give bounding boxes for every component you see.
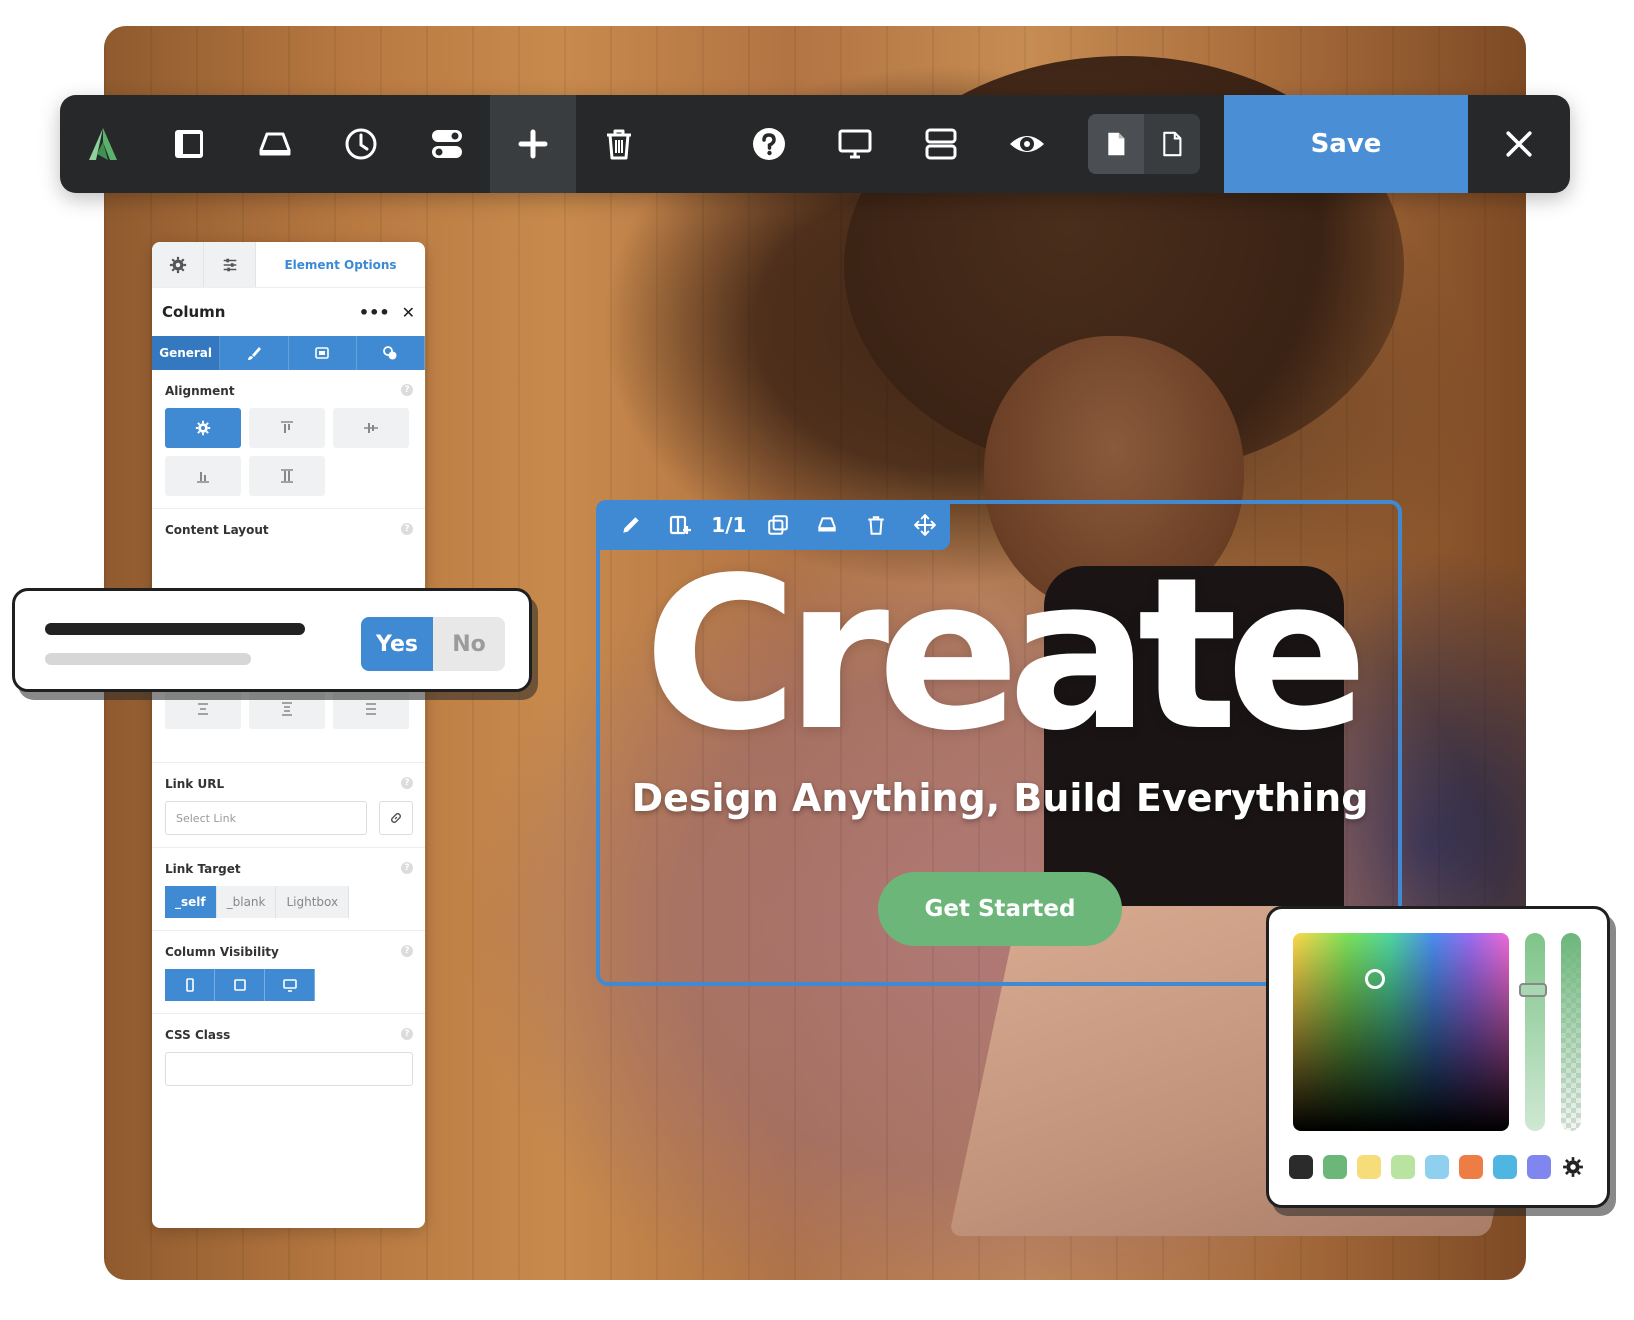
edit-pencil-icon[interactable]: [606, 500, 655, 550]
align-top-icon[interactable]: [249, 408, 325, 448]
help-icon[interactable]: ?: [401, 945, 413, 957]
css-class-label: CSS Class: [165, 1028, 231, 1042]
color-swatch-4[interactable]: [1391, 1155, 1415, 1179]
color-saturation-area[interactable]: [1293, 933, 1509, 1131]
link-target-label: Link Target: [165, 862, 241, 876]
link-target-lightbox[interactable]: Lightbox: [276, 886, 350, 918]
add-element-icon[interactable]: [490, 95, 576, 193]
help-icon[interactable]: ?: [401, 384, 413, 396]
link-target-blank[interactable]: _blank: [216, 886, 277, 918]
panel-tab-title[interactable]: Element Options: [256, 242, 425, 287]
align-bottom-icon[interactable]: [165, 456, 241, 496]
eraser-icon[interactable]: [232, 95, 318, 193]
desktop-preview-icon[interactable]: [812, 95, 898, 193]
align-center-icon[interactable]: [333, 408, 409, 448]
sidebar-toggle-icon[interactable]: [146, 95, 232, 193]
color-swatch-6[interactable]: [1459, 1155, 1483, 1179]
color-swatch-2[interactable]: [1323, 1155, 1347, 1179]
preview-eye-icon[interactable]: [984, 95, 1070, 193]
page-mode-group: [1088, 114, 1200, 174]
layout-space-around-icon[interactable]: [165, 689, 241, 729]
visibility-mobile-icon[interactable]: [165, 969, 215, 1001]
link-url-label: Link URL: [165, 777, 225, 791]
tab-background-image-icon[interactable]: [289, 336, 357, 370]
panel-sub-tabs: General: [152, 336, 425, 370]
eraser-icon[interactable]: [803, 500, 852, 550]
visibility-tablet-icon[interactable]: [215, 969, 265, 1001]
app-logo-icon[interactable]: [60, 95, 146, 193]
link-url-section: Link URL? Select Link: [152, 763, 425, 848]
element-options-panel: Element Options Column ••• ✕ General Ali…: [152, 242, 425, 1228]
alignment-label: Alignment: [165, 384, 235, 398]
help-icon[interactable]: ?: [401, 862, 413, 874]
layout-space-evenly-icon[interactable]: [333, 689, 409, 729]
help-icon[interactable]: ?: [401, 777, 413, 789]
description-placeholder-bar: [45, 653, 251, 665]
panel-tabs: Element Options: [152, 242, 425, 288]
alignment-section: Alignment?: [152, 370, 425, 509]
align-auto-gear-icon[interactable]: [165, 408, 241, 448]
close-icon[interactable]: [1468, 95, 1570, 193]
help-icon[interactable]: ?: [401, 1028, 413, 1040]
swatch-settings-gear-icon[interactable]: [1561, 1155, 1585, 1179]
color-swatch-1[interactable]: [1289, 1155, 1313, 1179]
css-class-section: CSS Class?: [152, 1014, 425, 1098]
yes-no-toggle: Yes No: [361, 617, 505, 671]
move-drag-icon[interactable]: [901, 500, 950, 550]
panel-title: Column: [162, 303, 226, 321]
color-swatch-5[interactable]: [1425, 1155, 1449, 1179]
link-chain-icon[interactable]: [379, 801, 413, 835]
duplicate-icon[interactable]: [753, 500, 802, 550]
yes-no-toggle-card: Yes No: [12, 588, 532, 692]
layout-space-between-icon[interactable]: [249, 689, 325, 729]
yes-option[interactable]: Yes: [361, 617, 433, 671]
more-options-icon[interactable]: •••: [359, 303, 390, 322]
visibility-desktop-icon[interactable]: [265, 969, 315, 1001]
trash-icon[interactable]: [576, 95, 662, 193]
css-class-input[interactable]: [165, 1052, 413, 1086]
page-outline-icon[interactable]: [1144, 114, 1200, 174]
align-stretch-icon[interactable]: [249, 456, 325, 496]
panel-header: Column ••• ✕: [152, 288, 425, 336]
builder-toolbar: Save: [60, 95, 1570, 193]
color-picker-card: [1266, 906, 1610, 1208]
color-swatch-3[interactable]: [1357, 1155, 1381, 1179]
close-panel-icon[interactable]: ✕: [402, 303, 415, 322]
color-picker-handle[interactable]: [1365, 969, 1385, 989]
page-filled-icon[interactable]: [1088, 114, 1144, 174]
label-placeholder-bar: [45, 623, 305, 635]
color-swatches: [1289, 1155, 1585, 1179]
help-icon[interactable]: [726, 95, 812, 193]
link-target-self[interactable]: _self: [165, 886, 217, 918]
column-size-label[interactable]: 1/1: [704, 513, 753, 537]
color-swatch-7[interactable]: [1493, 1155, 1517, 1179]
column-visibility-label: Column Visibility: [165, 945, 279, 959]
trash-icon[interactable]: [852, 500, 901, 550]
layers-icon[interactable]: [898, 95, 984, 193]
tab-design-brush-icon[interactable]: [220, 336, 289, 370]
settings-gear-icon[interactable]: [152, 242, 204, 287]
hue-slider-thumb[interactable]: [1519, 983, 1547, 997]
tab-extras-icon[interactable]: [357, 336, 425, 370]
add-column-icon[interactable]: [655, 500, 704, 550]
content-layout-label: Content Layout: [165, 523, 269, 537]
no-option[interactable]: No: [433, 617, 505, 671]
column-toolbar: 1/1: [596, 500, 950, 550]
link-target-section: Link Target? _self _blank Lightbox: [152, 848, 425, 931]
link-url-input[interactable]: Select Link: [165, 801, 367, 835]
opacity-slider[interactable]: [1561, 933, 1581, 1131]
save-button[interactable]: Save: [1224, 95, 1468, 193]
toggles-icon[interactable]: [404, 95, 490, 193]
hue-slider[interactable]: [1525, 933, 1545, 1131]
color-swatch-8[interactable]: [1527, 1155, 1551, 1179]
sliders-icon[interactable]: [204, 242, 256, 287]
column-visibility-section: Column Visibility?: [152, 931, 425, 1014]
history-clock-icon[interactable]: [318, 95, 404, 193]
tab-general[interactable]: General: [152, 336, 221, 370]
help-icon[interactable]: ?: [401, 523, 413, 535]
